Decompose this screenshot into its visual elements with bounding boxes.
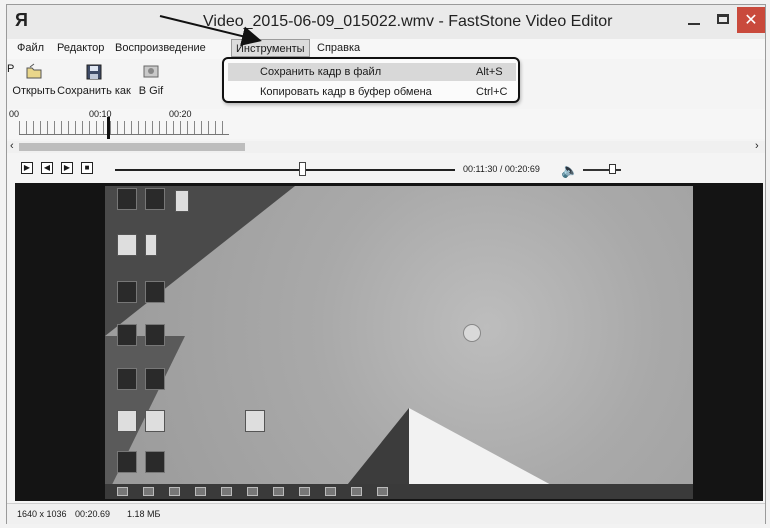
seek-bar[interactable] [115, 169, 455, 171]
tools-dropdown-menu: Сохранить кадр в файл Alt+S Копировать к… [222, 57, 520, 103]
menu-help[interactable]: Справка [317, 42, 360, 54]
taskbar-icon [117, 487, 128, 496]
desktop-taskbar [105, 484, 693, 499]
player-controls: ▶ ◀ ▶ ■ 00:11:30 / 00:20:69 🔈 [7, 157, 765, 181]
stop-button[interactable]: ■ [81, 162, 93, 174]
timeline-tick-label: 00 [9, 109, 20, 119]
menu-item-shortcut: Ctrl+C [476, 86, 508, 98]
desktop-icon [145, 234, 157, 256]
to-gif-label: В Gif [138, 85, 164, 97]
timeline-tick-label: 00:20 [169, 109, 192, 119]
video-preview[interactable] [15, 183, 763, 501]
menu-edit[interactable]: Редактор [57, 42, 104, 54]
menu-item-label: Копировать кадр в буфер обмена [260, 86, 432, 98]
menu-item-save-frame[interactable]: Сохранить кадр в файл Alt+S [228, 63, 516, 81]
desktop-icon [145, 324, 165, 346]
open-label: Открыть [12, 85, 56, 97]
menu-tools[interactable]: Инструменты [231, 39, 310, 57]
volume-handle[interactable] [608, 164, 616, 174]
timeline-cursor[interactable] [107, 117, 110, 139]
menu-file[interactable]: Файл [17, 42, 44, 54]
to-gif-button[interactable]: В Gif [131, 63, 171, 97]
desktop-icon [117, 451, 137, 473]
desktop-icon [145, 281, 165, 303]
play-icon: ▶ [23, 163, 31, 172]
taskbar-icon [351, 487, 362, 496]
window-title: Video_2015-06-09_015022.wmv - FastStone … [203, 13, 613, 30]
step-forward-icon: ▶ [63, 163, 71, 172]
menu-bar: Файл Редактор Воспроизведение Инструмент… [7, 39, 765, 59]
time-readout: 00:11:30 / 00:20:69 [463, 164, 540, 174]
desktop-icon [245, 410, 265, 432]
taskbar-icon [377, 487, 388, 496]
title-bar[interactable]: Я Video_2015-06-09_015022.wmv - FastSton… [7, 5, 765, 40]
desktop-icon [117, 281, 137, 303]
desktop-icon [145, 451, 165, 473]
taskbar-icon [247, 487, 258, 496]
taskbar-icon [169, 487, 180, 496]
scroll-left-arrow-icon[interactable]: ‹ [10, 140, 14, 152]
desktop-icon [175, 190, 189, 212]
cursor-highlight [463, 324, 481, 342]
taskbar-icon [299, 487, 310, 496]
close-icon: ✕ [744, 12, 758, 29]
desktop-icon [145, 410, 165, 432]
desktop-icon [117, 188, 137, 210]
timeline-scrollbar[interactable]: ‹ › [7, 140, 765, 153]
taskbar-icon [325, 487, 336, 496]
taskbar-icon [143, 487, 154, 496]
speaker-icon[interactable]: 🔈 [561, 162, 578, 179]
open-folder-icon [26, 63, 42, 79]
taskbar-icon [221, 487, 232, 496]
menu-item-copy-frame[interactable]: Копировать кадр в буфер обмена Ctrl+C [228, 83, 516, 101]
maximize-button[interactable] [709, 7, 737, 33]
menu-item-label: Сохранить кадр в файл [260, 66, 382, 78]
open-button[interactable]: Открыть [11, 63, 57, 97]
desktop-icon [117, 368, 137, 390]
save-as-label: Сохранить как [57, 85, 131, 97]
step-back-icon: ◀ [43, 163, 51, 172]
taskbar-icon [195, 487, 206, 496]
menu-playback[interactable]: Воспроизведение [115, 42, 206, 54]
scroll-thumb[interactable] [19, 143, 245, 151]
previous-frame-button[interactable]: ◀ [41, 162, 53, 174]
desktop-icon [117, 234, 137, 256]
save-as-button[interactable]: Сохранить как [55, 63, 133, 97]
status-duration: 00:20.69 [75, 509, 111, 519]
play-button[interactable]: ▶ [21, 162, 33, 174]
floppy-disk-icon [86, 64, 102, 80]
seek-handle[interactable] [299, 162, 306, 176]
timeline[interactable]: 00 00:10 00:20 [7, 109, 765, 139]
minimize-button[interactable] [679, 7, 709, 33]
taskbar-icon [273, 487, 284, 496]
menu-item-shortcut: Alt+S [476, 66, 503, 78]
stop-icon: ■ [84, 163, 90, 172]
close-button[interactable]: ✕ [737, 7, 765, 33]
status-bar: 1640 x 1036 00:20.69 1.18 МБ [7, 503, 765, 524]
desktop-icon [145, 188, 165, 210]
app-logo-icon[interactable]: Я [15, 11, 29, 29]
status-resolution: 1640 x 1036 [17, 509, 67, 519]
next-frame-button[interactable]: ▶ [61, 162, 73, 174]
desktop-icon [145, 368, 165, 390]
scroll-right-arrow-icon[interactable]: › [755, 140, 759, 152]
status-file-size: 1.18 МБ [127, 509, 161, 519]
gif-icon [143, 65, 159, 78]
timeline-ruler [19, 121, 229, 135]
video-frame [105, 186, 693, 499]
desktop-icon [117, 324, 137, 346]
desktop-icon [117, 410, 137, 432]
